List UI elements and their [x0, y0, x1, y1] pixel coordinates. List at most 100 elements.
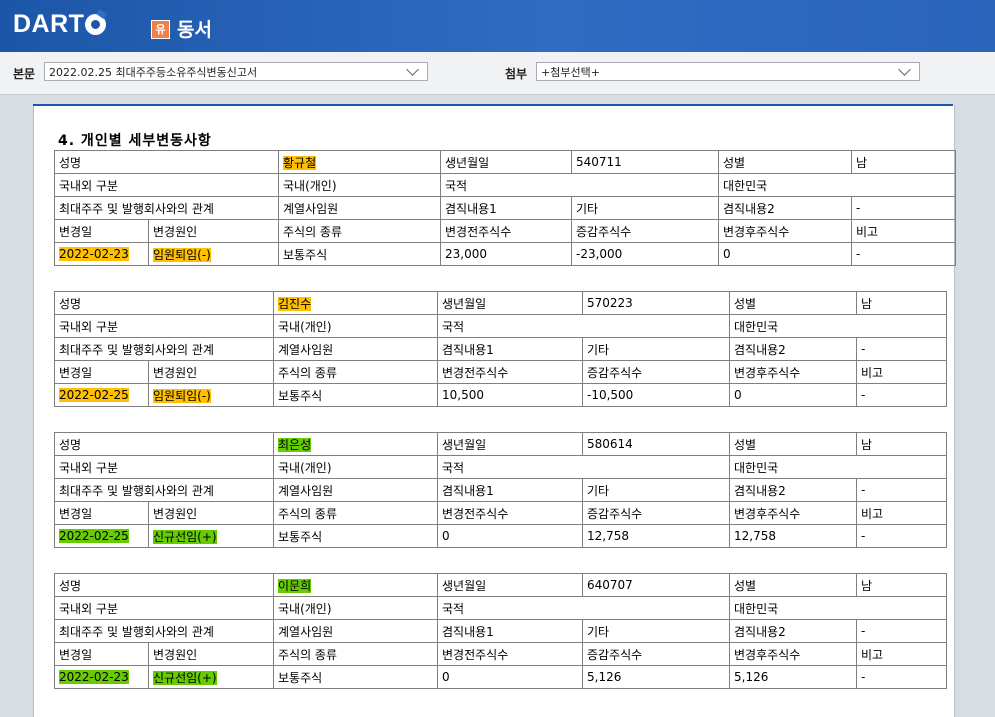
after-label: 변경후주식수	[729, 360, 857, 384]
change-reason-value: 신규선임(+)	[148, 524, 274, 548]
after-value: 0	[729, 383, 857, 407]
table-row: 최대주주 및 발행회사와의 관계 계열사임원 겸직내용1 기타 겸직내용2-	[54, 196, 956, 220]
change-date-label: 변경일	[54, 219, 149, 243]
after-label: 변경후주식수	[729, 642, 857, 666]
domestic-value: 국내(개인)	[273, 455, 438, 479]
attach-select-value: +첨부선택+	[541, 66, 600, 79]
stock-type-value: 보통주식	[278, 242, 441, 266]
body-select-value: 2022.02.25 최대주주등소유주식변동신고서	[49, 66, 258, 79]
body-document-select[interactable]: 2022.02.25 최대주주등소유주식변동신고서	[44, 62, 428, 81]
name-value-highlight: 황규철	[283, 155, 317, 170]
header-bar: DART 유 동서	[0, 0, 995, 52]
gender-value: 남	[856, 291, 947, 315]
table-row: 국내외 구분 국내(개인) 국적 대한민국	[54, 455, 947, 479]
after-value: 5,126	[729, 665, 857, 689]
table-row: 국내외 구분 국내(개인) 국적 대한민국	[54, 173, 956, 197]
gender-label: 성별	[729, 291, 857, 315]
concurrent1-label: 겸직내용1	[437, 619, 583, 643]
after-label: 변경후주식수	[718, 219, 852, 243]
change-reason-value: 임원퇴임(-)	[148, 383, 274, 407]
before-label: 변경전주식수	[440, 219, 572, 243]
nationality-label: 국적	[437, 596, 730, 620]
attach-select[interactable]: +첨부선택+	[536, 62, 920, 81]
delta-label: 증감주식수	[582, 501, 730, 525]
table-row: 성명 최은성 생년월일 580614 성별 남	[54, 432, 947, 456]
concurrent2-label: 겸직내용2	[729, 619, 857, 643]
relation-value: 계열사임원	[273, 337, 438, 361]
delta-label: 증감주식수	[582, 642, 730, 666]
delta-value: -23,000	[571, 242, 719, 266]
change-reason-value-highlight: 신규선임(+)	[153, 529, 217, 544]
birth-value: 540711	[571, 150, 719, 174]
remarks-label: 비고	[856, 360, 947, 384]
birth-label: 생년월일	[437, 573, 583, 597]
company-badge: 유	[151, 20, 170, 39]
table-row: 최대주주 및 발행회사와의 관계 계열사임원 겸직내용1 기타 겸직내용2-	[54, 619, 947, 643]
stock-type-value: 보통주식	[273, 524, 438, 548]
name-label: 성명	[54, 432, 274, 456]
toolbar: 본문 2022.02.25 최대주주등소유주식변동신고서 첨부 +첨부선택+	[0, 52, 995, 95]
change-reason-value: 임원퇴임(-)	[148, 242, 279, 266]
concurrent1-value: 기타	[571, 196, 719, 220]
gender-value: 남	[856, 573, 947, 597]
dart-logo[interactable]: DART	[13, 10, 107, 39]
relation-value: 계열사임원	[278, 196, 441, 220]
nationality-value: 대한민국	[729, 455, 947, 479]
name-value: 김진수	[273, 291, 438, 315]
remarks-label: 비고	[856, 501, 947, 525]
change-date-value-highlight: 2022-02-25	[59, 529, 129, 543]
before-label: 변경전주식수	[437, 642, 583, 666]
remarks-value: -	[856, 665, 947, 689]
relation-value: 계열사임원	[273, 619, 438, 643]
nationality-label: 국적	[437, 455, 730, 479]
stock-type-label: 주식의 종류	[273, 501, 438, 525]
remarks-value: -	[856, 383, 947, 407]
before-value: 10,500	[437, 383, 583, 407]
logo-text: DART	[13, 10, 85, 38]
name-value: 황규철	[278, 150, 441, 174]
table-row: 국내외 구분 국내(개인) 국적 대한민국	[54, 314, 947, 338]
change-date-label: 변경일	[54, 360, 149, 384]
after-value: 0	[718, 242, 852, 266]
remarks-label: 비고	[851, 219, 956, 243]
relation-value: 계열사임원	[273, 478, 438, 502]
chevron-down-icon	[406, 63, 419, 76]
body-label: 본문	[13, 67, 36, 81]
before-label: 변경전주식수	[437, 360, 583, 384]
name-value: 이문희	[273, 573, 438, 597]
nationality-label: 국적	[440, 173, 719, 197]
domestic-label: 국내외 구분	[54, 314, 274, 338]
change-date-value: 2022-02-23	[54, 665, 149, 689]
stock-type-label: 주식의 종류	[273, 360, 438, 384]
table-row: 최대주주 및 발행회사와의 관계 계열사임원 겸직내용1 기타 겸직내용2-	[54, 478, 947, 502]
concurrent1-label: 겸직내용1	[437, 478, 583, 502]
name-label: 성명	[54, 291, 274, 315]
change-date-value-highlight: 2022-02-23	[59, 247, 129, 261]
concurrent2-label: 겸직내용2	[729, 337, 857, 361]
table-row: 최대주주 및 발행회사와의 관계 계열사임원 겸직내용1 기타 겸직내용2-	[54, 337, 947, 361]
relation-label: 최대주주 및 발행회사와의 관계	[54, 337, 274, 361]
remarks-value: -	[856, 524, 947, 548]
gender-label: 성별	[729, 432, 857, 456]
chevron-down-icon	[898, 63, 911, 76]
nationality-label: 국적	[437, 314, 730, 338]
birth-label: 생년월일	[440, 150, 572, 174]
name-value-highlight: 최은성	[278, 437, 312, 452]
concurrent2-label: 겸직내용2	[729, 478, 857, 502]
domestic-value: 국내(개인)	[273, 314, 438, 338]
table-row: 변경일 변경원인 주식의 종류 변경전주식수 증감주식수 변경후주식수 비고	[54, 219, 956, 243]
name-label: 성명	[54, 150, 279, 174]
change-date-value: 2022-02-25	[54, 383, 149, 407]
concurrent2-value: -	[856, 478, 947, 502]
gender-label: 성별	[718, 150, 852, 174]
delta-value: -10,500	[582, 383, 730, 407]
concurrent1-label: 겸직내용1	[437, 337, 583, 361]
before-value: 0	[437, 524, 583, 548]
change-date-label: 변경일	[54, 642, 149, 666]
remarks-value: -	[851, 242, 956, 266]
birth-label: 생년월일	[437, 432, 583, 456]
concurrent2-label: 겸직내용2	[718, 196, 852, 220]
after-value: 12,758	[729, 524, 857, 548]
delta-value: 12,758	[582, 524, 730, 548]
logo-swoosh-icon	[85, 14, 107, 35]
